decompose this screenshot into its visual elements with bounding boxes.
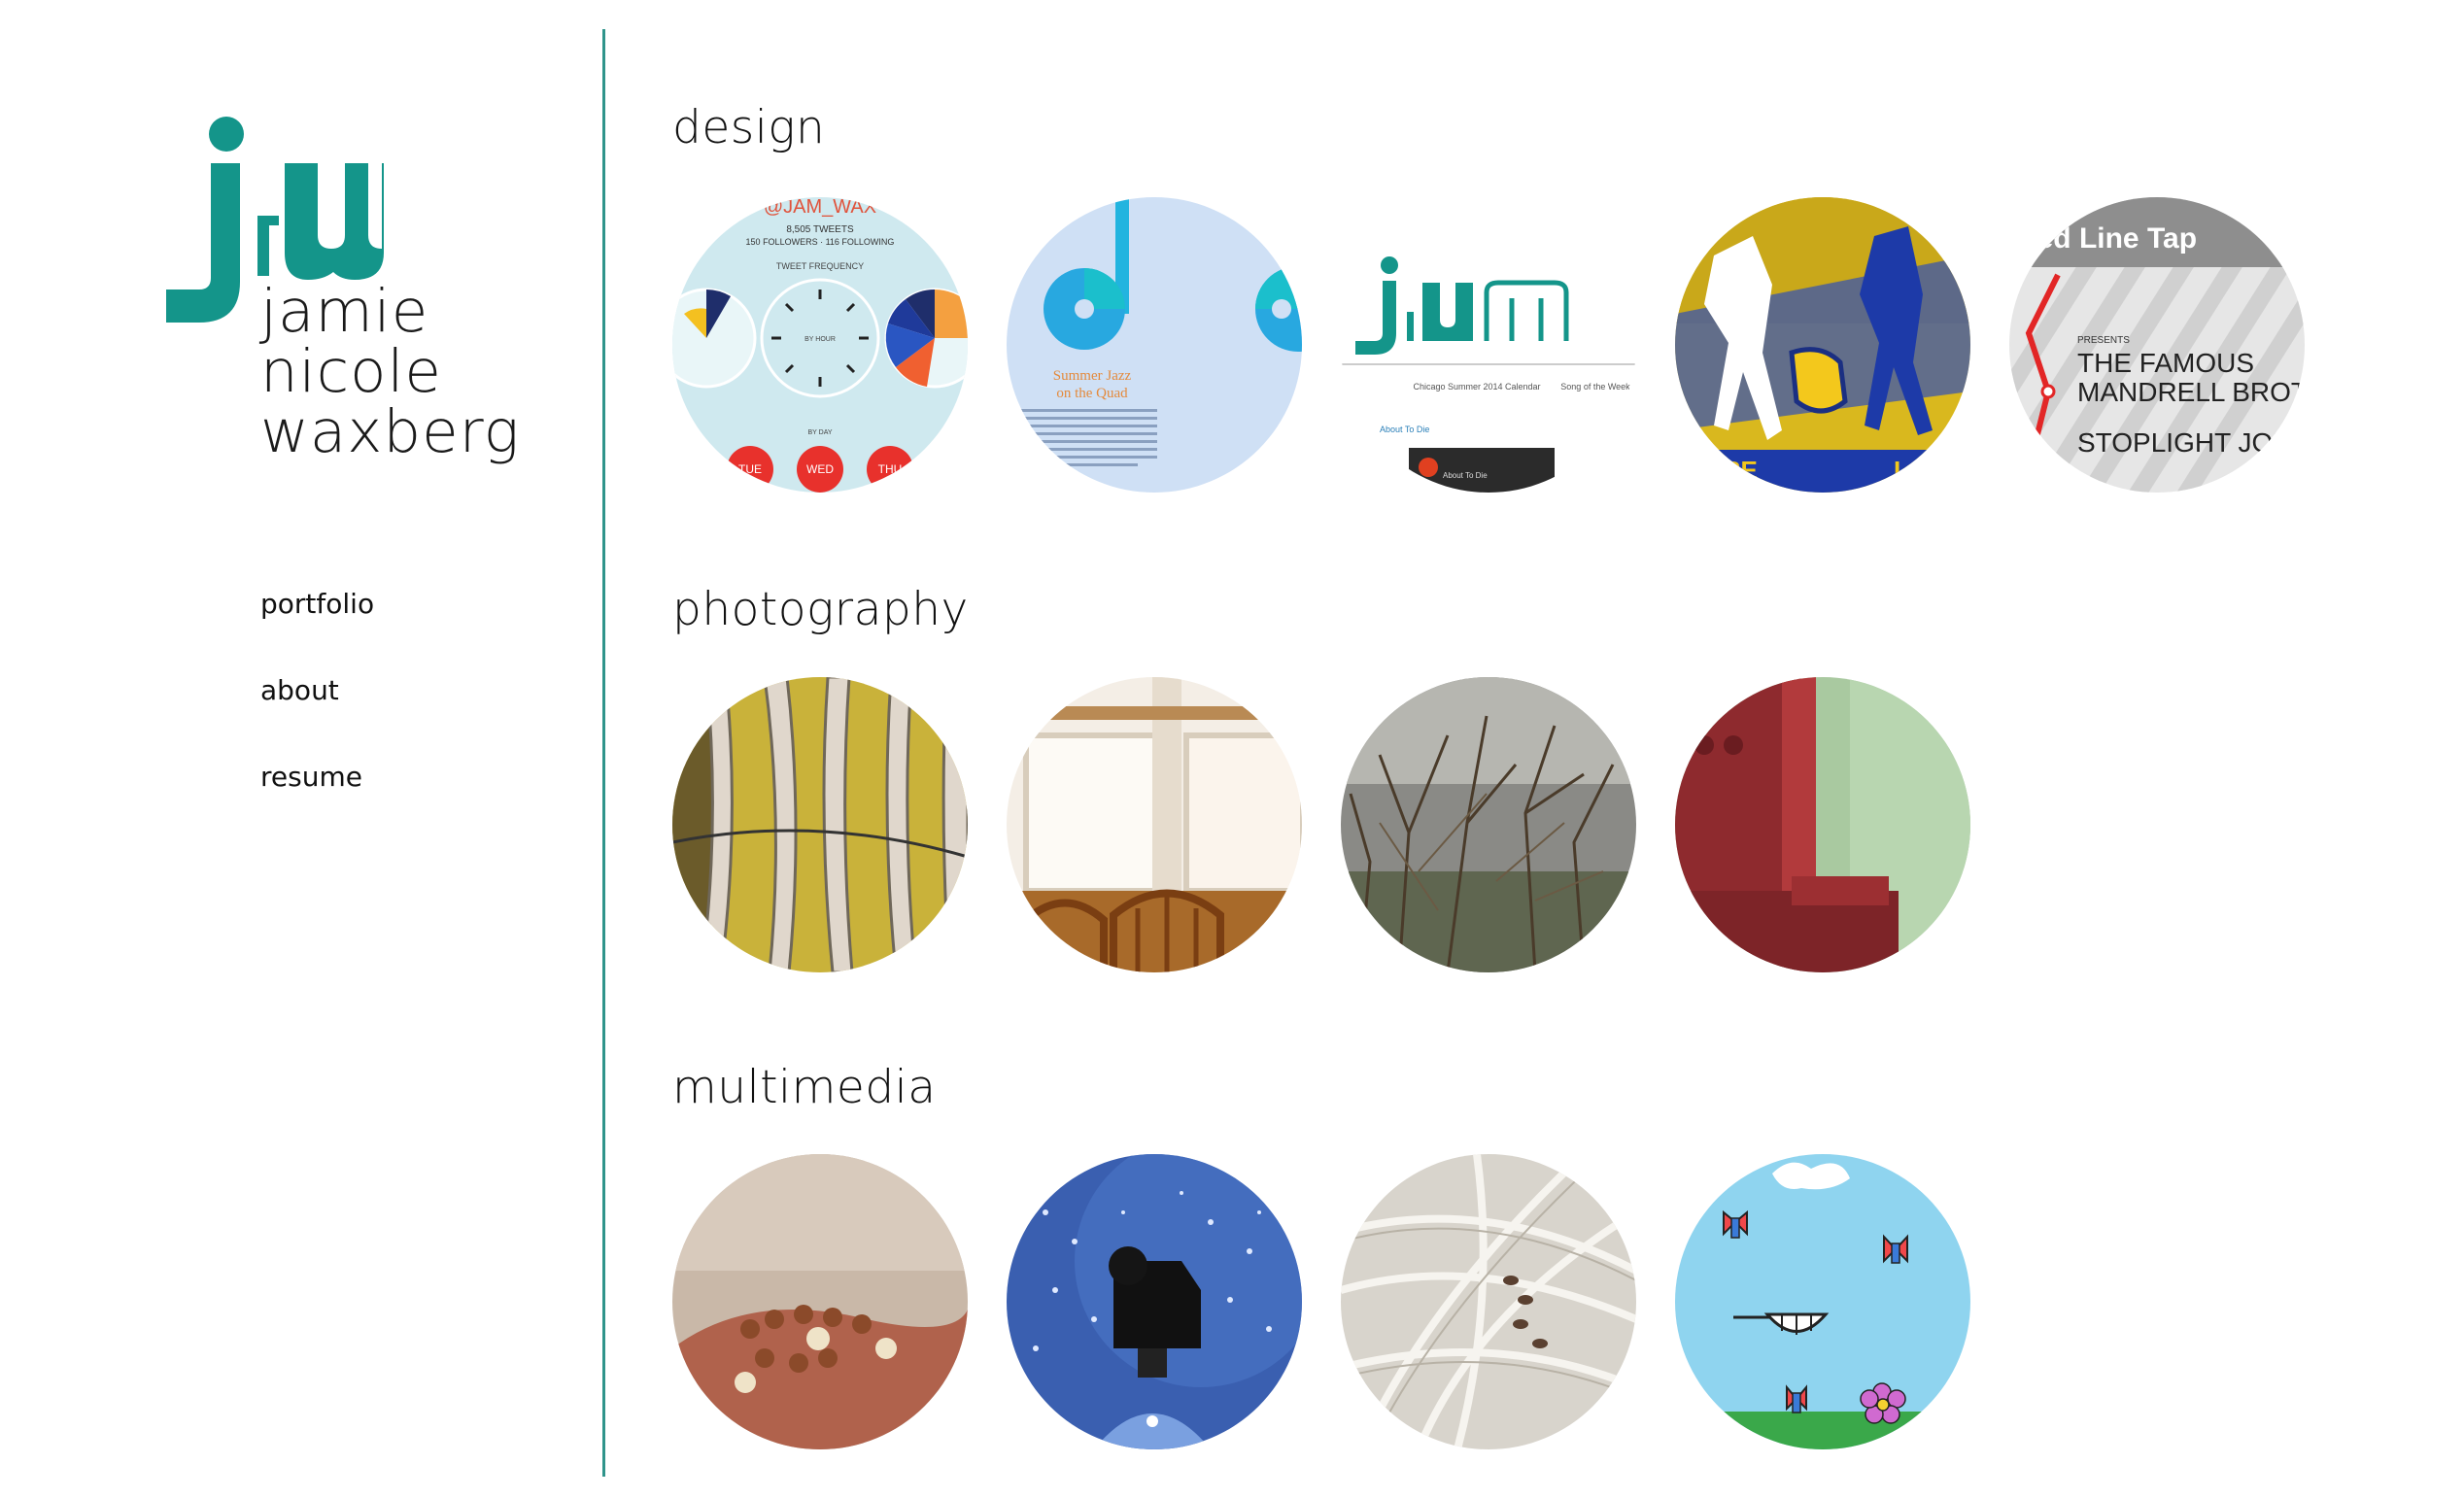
infographic-frequency-title: TWEET FREQUENCY bbox=[776, 261, 864, 271]
name-line-last: waxberg bbox=[260, 397, 521, 466]
design-thumb-twitter-infographic[interactable]: @JAM_WAX 8,505 TWEETS 150 FOLLOWERS · 11… bbox=[672, 197, 968, 493]
design-gallery: @JAM_WAX 8,505 TWEETS 150 FOLLOWERS · 11… bbox=[672, 197, 2305, 493]
photo-thumb-cactus[interactable] bbox=[672, 677, 968, 972]
design-thumb-jnw-website[interactable]: Chicago Summer 2014 Calendar Song of the… bbox=[1341, 197, 1636, 493]
website-song-link: Song of the Week bbox=[1560, 382, 1630, 392]
poster-headliner-line-2: MANDRELL BROTHERS bbox=[2077, 377, 2305, 407]
infographic-day-tue: TUE bbox=[738, 462, 762, 476]
infographic-handle: @JAM_WAX bbox=[764, 197, 876, 218]
lacrosse-text-left: ARE bbox=[1704, 456, 1758, 485]
photo-thumb-window-chairs[interactable] bbox=[1007, 677, 1302, 972]
infographic-followers: 150 FOLLOWERS · 116 FOLLOWING bbox=[746, 237, 895, 247]
site-name: jamie nicole waxberg bbox=[260, 282, 520, 462]
photo-thumb-red-post[interactable] bbox=[1675, 677, 1970, 972]
jazz-title-line-1: Summer Jazz bbox=[1053, 368, 1132, 384]
photography-gallery bbox=[672, 677, 1974, 972]
multimedia-thumb-camera-lights[interactable] bbox=[1007, 1154, 1302, 1449]
nav-resume-link[interactable]: resume bbox=[260, 758, 374, 844]
multimedia-gallery bbox=[672, 1154, 1974, 1449]
name-line-first: jamie bbox=[260, 277, 429, 346]
website-song-title: About To Die bbox=[1380, 425, 1429, 434]
photo-thumb-bare-branches[interactable] bbox=[1341, 677, 1636, 972]
poster-support-act: STOPLIGHT JONES bbox=[2077, 427, 2305, 458]
poster-headliner-line-1: THE FAMOUS bbox=[2077, 348, 2254, 378]
main-nav: portfolio about resume bbox=[260, 585, 374, 844]
section-title-design: design bbox=[672, 101, 826, 154]
infographic-by-day: BY DAY bbox=[807, 429, 832, 436]
multimedia-thumb-butterflies[interactable] bbox=[1675, 1154, 1970, 1449]
infographic-day-wed: WED bbox=[806, 462, 834, 476]
design-thumb-lacrosse-poster[interactable]: ARE LA bbox=[1675, 197, 1970, 493]
design-thumb-red-line-tap[interactable]: Red Line Tap PRESENTS THE FAMOUS MANDREL… bbox=[2009, 197, 2305, 493]
website-calendar-link: Chicago Summer 2014 Calendar bbox=[1413, 382, 1540, 392]
site-logo[interactable]: jamie nicole waxberg bbox=[160, 107, 568, 486]
infographic-day-thu: THU bbox=[878, 462, 903, 476]
section-title-photography: photography bbox=[672, 583, 969, 636]
poster-presents: PRESENTS bbox=[2077, 335, 2130, 346]
design-thumb-summer-jazz[interactable]: Summer Jazz on the Quad bbox=[1007, 197, 1302, 493]
website-video-title: About To Die bbox=[1443, 471, 1488, 480]
infographic-tweets: 8,505 TWEETS bbox=[786, 224, 854, 235]
sidebar-divider bbox=[602, 29, 605, 1477]
poster-venue-name: Red Line Tap bbox=[2016, 222, 2197, 255]
infographic-by-hour: BY HOUR bbox=[804, 336, 836, 343]
nav-portfolio-link[interactable]: portfolio bbox=[260, 585, 374, 671]
nav-about-link[interactable]: about bbox=[260, 671, 374, 758]
multimedia-thumb-white-wires[interactable] bbox=[1341, 1154, 1636, 1449]
lacrosse-text-right: LA bbox=[1894, 456, 1928, 485]
section-title-multimedia: multimedia bbox=[672, 1061, 937, 1114]
jazz-title-line-2: on the Quad bbox=[1056, 386, 1128, 401]
name-line-middle: nicole bbox=[260, 337, 442, 406]
multimedia-thumb-beads[interactable] bbox=[672, 1154, 968, 1449]
